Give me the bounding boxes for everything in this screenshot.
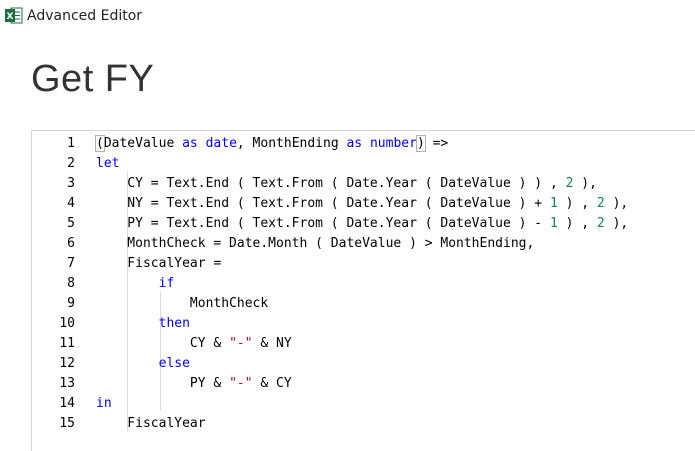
code-token: PY & [96, 376, 230, 391]
code-line[interactable]: 9 MonthCheck [32, 294, 695, 314]
code-token: FiscalYear [96, 416, 206, 431]
code-line[interactable]: 2 let [32, 154, 695, 174]
line-code: MonthCheck [96, 294, 268, 314]
code-line[interactable]: 1 (DateValue as date, MonthEnding as numb… [32, 134, 695, 154]
line-number: 11 [59, 336, 75, 351]
code-token: MonthCheck = Date.Month ( DateValue ) > … [96, 236, 535, 251]
bracket-match: ( [95, 135, 105, 152]
keyword-token: as [346, 136, 363, 151]
line-code: else [96, 354, 190, 374]
keyword-token: as [182, 136, 198, 151]
code-line[interactable]: 14 in [32, 394, 695, 414]
line-number: 1 [67, 136, 75, 151]
code-token: & CY [252, 376, 292, 391]
line-number: 12 [59, 356, 75, 371]
line-number: 9 [67, 296, 75, 311]
code-line[interactable]: 13 PY & "-" & CY [32, 374, 695, 394]
code-line[interactable]: 6 MonthCheck = Date.Month ( DateValue ) … [32, 234, 695, 254]
line-code: NY = Text.End ( Text.From ( Date.Year ( … [96, 194, 628, 214]
line-code: let [96, 154, 119, 174]
line-number: 3 [67, 176, 75, 191]
code-token: CY & [96, 336, 230, 351]
line-number: 8 [67, 276, 75, 291]
code-line[interactable]: 15 FiscalYear [32, 414, 695, 434]
number-token: 1 [549, 196, 558, 211]
code-token: , MonthEnding [236, 136, 347, 151]
line-number: 13 [59, 376, 75, 391]
svg-text:X: X [7, 12, 14, 22]
line-code: CY = Text.End ( Text.From ( Date.Year ( … [96, 174, 597, 194]
line-code: FiscalYear [96, 414, 206, 434]
keyword-token: in [96, 396, 112, 411]
code-token: ) , [557, 196, 597, 211]
line-number: 10 [59, 316, 75, 331]
line-code: PY & "-" & CY [96, 374, 292, 394]
code-line[interactable]: 8 if [32, 274, 695, 294]
line-number: 6 [67, 236, 75, 251]
number-token: 1 [549, 216, 558, 231]
code-line[interactable]: 5 PY = Text.End ( Text.From ( Date.Year … [32, 214, 695, 234]
code-token: ), [604, 196, 629, 211]
line-code: PY = Text.End ( Text.From ( Date.Year ( … [96, 214, 628, 234]
code-token: ), [604, 216, 629, 231]
keyword-token: else [158, 356, 190, 371]
code-token: => [424, 136, 449, 151]
code-token: CY = Text.End ( Text.From ( Date.Year ( … [96, 176, 566, 191]
line-code: FiscalYear = [96, 254, 221, 274]
line-number: 2 [67, 156, 75, 171]
code-token: FiscalYear = [96, 256, 222, 271]
code-editor[interactable]: 1 (DateValue as date, MonthEnding as numb… [31, 130, 695, 451]
keyword-token: let [96, 156, 120, 171]
line-number: 14 [59, 396, 75, 411]
line-number: 5 [67, 216, 75, 231]
line-code: CY & "-" & NY [96, 334, 292, 354]
line-code: then [96, 314, 190, 334]
number-token: 2 [596, 196, 605, 211]
number-token: 2 [596, 216, 605, 231]
keyword-token: if [158, 276, 175, 291]
line-code: (DateValue as date, MonthEnding as numbe… [95, 134, 449, 154]
code-line[interactable]: 7 FiscalYear = [32, 254, 695, 274]
window-title: Advanced Editor [27, 8, 143, 24]
bracket-match: ) [415, 135, 426, 152]
line-code: if [96, 274, 175, 294]
code-token: PY = Text.End ( Text.From ( Date.Year ( … [96, 216, 550, 231]
code-token: MonthCheck [96, 296, 269, 311]
query-name: Get FY [31, 58, 155, 100]
title-bar: X Advanced Editor [0, 0, 695, 32]
code-line[interactable]: 12 else [32, 354, 695, 374]
line-number: 15 [59, 416, 75, 431]
code-token: ) , [557, 216, 597, 231]
code-token: & NY [252, 336, 292, 351]
keyword-token: then [158, 316, 190, 331]
keyword-token: number [369, 136, 417, 151]
code-line[interactable]: 4 NY = Text.End ( Text.From ( Date.Year … [32, 194, 695, 214]
code-line[interactable]: 10 then [32, 314, 695, 334]
code-token: ), [573, 176, 597, 191]
line-number: 4 [67, 196, 75, 211]
line-number: 7 [67, 256, 75, 271]
code-token: NY = Text.End ( Text.From ( Date.Year ( … [96, 196, 550, 211]
keyword-token: date [205, 136, 237, 151]
code-line[interactable]: 11 CY & "-" & NY [32, 334, 695, 354]
line-code: in [96, 394, 112, 414]
code-token: DateValue [103, 136, 183, 151]
code-line[interactable]: 3 CY = Text.End ( Text.From ( Date.Year … [32, 174, 695, 194]
string-token: "-" [229, 336, 253, 351]
line-code: MonthCheck = Date.Month ( DateValue ) > … [96, 234, 534, 254]
excel-icon: X [5, 7, 23, 24]
string-token: "-" [229, 376, 253, 391]
